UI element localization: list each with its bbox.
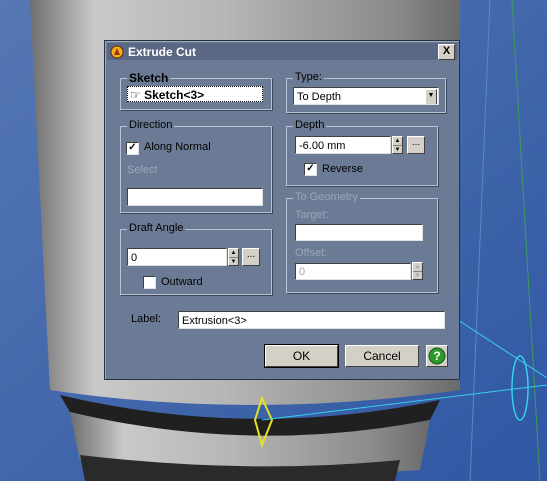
depth-ellipsis-button[interactable]: ... [407, 136, 425, 154]
close-button[interactable]: X [438, 44, 455, 60]
to-geometry-group: To Geometry Target: Offset: 0 ▲ ▼ [286, 191, 438, 293]
direction-select-field[interactable] [127, 188, 263, 206]
draft-angle-spinner[interactable]: ▲ ▼ [228, 248, 239, 266]
sketch-field[interactable]: ☞ Sketch<3> [127, 86, 263, 102]
sketch-hand-icon: ☞ [130, 88, 141, 102]
target-field [295, 224, 423, 241]
reverse-label: Reverse [322, 163, 363, 175]
type-select[interactable]: To Depth ▼ [293, 87, 439, 105]
depth-input[interactable]: -6.00 mm [295, 136, 391, 154]
spin-down-icon[interactable]: ▼ [229, 258, 238, 266]
type-selected: To Depth [297, 91, 342, 103]
chevron-down-icon[interactable]: ▼ [425, 89, 437, 104]
extrude-cut-dialog: Extrude Cut X Sketch ☞ Sketch<3> Type: T… [104, 40, 460, 380]
label-input[interactable]: Extrusion<3> [178, 311, 445, 329]
spin-up-icon[interactable]: ▲ [229, 249, 238, 258]
along-normal-label: Along Normal [144, 141, 211, 153]
spin-up-icon[interactable]: ▲ [393, 137, 402, 146]
offset-spinner: ▲ ▼ [412, 262, 423, 280]
direction-group-title: Direction [127, 119, 175, 131]
outward-checkbox[interactable] [143, 276, 156, 289]
help-button[interactable]: ? [426, 345, 448, 367]
outward-label: Outward [161, 276, 203, 288]
offset-input: 0 [295, 263, 411, 280]
draft-angle-group: Draft Angle 0 ▲ ▼ ... Outward [120, 222, 272, 295]
along-normal-checkbox[interactable]: ✓ [126, 142, 139, 155]
draft-angle-group-title: Draft Angle [127, 222, 186, 234]
close-icon: X [442, 45, 451, 57]
type-group: Type: To Depth ▼ [286, 71, 446, 113]
sketch-group: Sketch ☞ Sketch<3> [120, 71, 272, 110]
help-icon: ? [428, 347, 446, 365]
svg-text:?: ? [433, 349, 440, 363]
cancel-button[interactable]: Cancel [345, 345, 419, 367]
select-label: Select [127, 164, 158, 176]
dialog-titlebar[interactable]: Extrude Cut X [107, 43, 457, 60]
draft-angle-input[interactable]: 0 [127, 248, 227, 266]
app-logo-icon [110, 45, 124, 58]
depth-group-title: Depth [293, 119, 327, 131]
target-label: Target: [295, 209, 329, 221]
sketch-group-title: Sketch [127, 71, 171, 85]
spin-down-icon[interactable]: ▼ [393, 146, 402, 154]
sketch-value: Sketch<3> [144, 88, 205, 102]
reverse-checkbox[interactable]: ✓ [304, 163, 317, 176]
label-caption: Label: [131, 313, 161, 325]
depth-spinner[interactable]: ▲ ▼ [392, 136, 403, 154]
to-geometry-group-title: To Geometry [293, 191, 360, 203]
draft-angle-ellipsis-button[interactable]: ... [242, 248, 260, 266]
type-group-title: Type: [293, 71, 324, 83]
direction-group: Direction ✓ Along Normal Select [120, 119, 272, 213]
depth-group: Depth -6.00 mm ▲ ▼ ... ✓ Reverse [286, 119, 438, 186]
dialog-title: Extrude Cut [128, 44, 197, 59]
ok-button[interactable]: OK [264, 344, 339, 368]
offset-label: Offset: [295, 247, 328, 259]
spin-up-icon: ▲ [413, 264, 422, 272]
spin-down-icon: ▼ [414, 273, 421, 279]
